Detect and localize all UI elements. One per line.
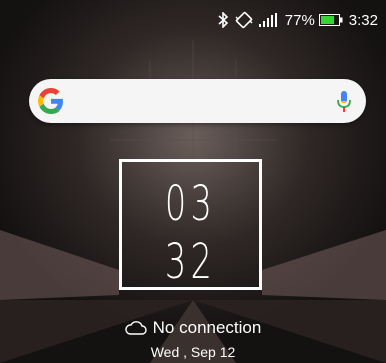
vibrate-icon: [235, 11, 253, 29]
cloud-icon: [124, 321, 147, 335]
google-search-bar[interactable]: [29, 79, 366, 123]
clock-minutes: 32: [164, 234, 217, 290]
battery-percent: 77%: [284, 11, 315, 29]
date-label: Wed , Sep 12: [150, 344, 236, 360]
status-bar: 77% 3:32: [0, 0, 386, 40]
mic-icon[interactable]: [336, 90, 352, 114]
weather-status[interactable]: No connection: [0, 318, 386, 338]
signal-icon: [258, 13, 277, 27]
clock-widget[interactable]: 03 32: [119, 159, 262, 290]
bluetooth-icon: [218, 12, 228, 28]
google-g-icon: [38, 88, 63, 114]
clock-hours: 03: [164, 176, 217, 232]
status-time: 3:32: [348, 11, 378, 29]
battery-icon: [318, 14, 343, 26]
battery-indicator: 77%: [285, 12, 343, 29]
weather-label: No connection: [152, 318, 262, 337]
